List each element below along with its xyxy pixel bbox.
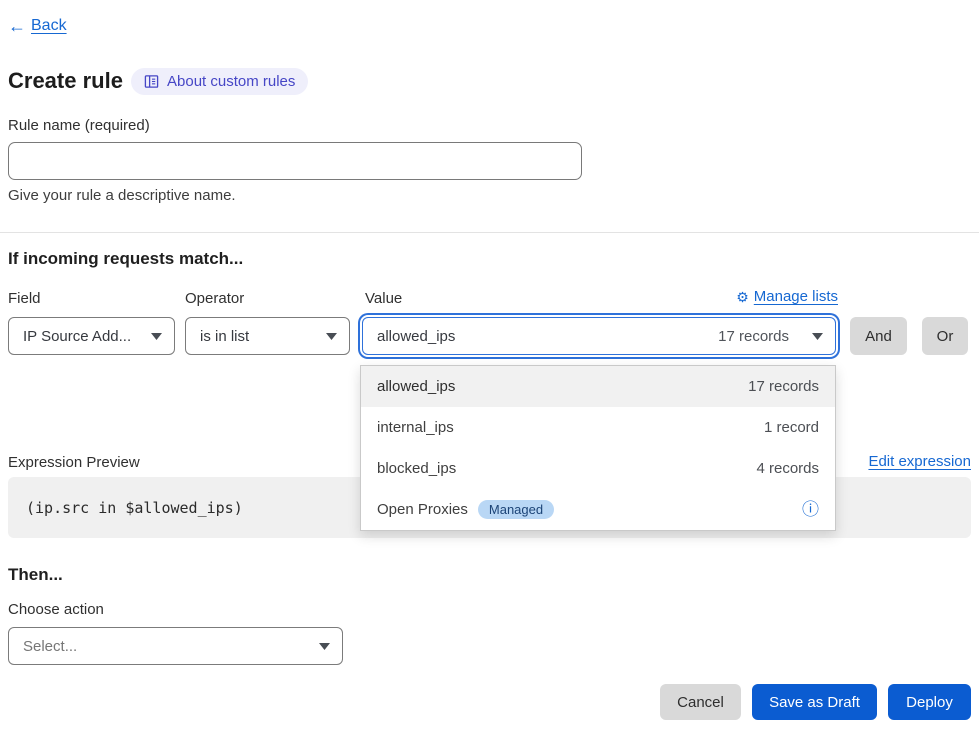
list-item-name: internal_ips bbox=[377, 419, 454, 436]
list-item-open-proxies[interactable]: Open Proxies Managed ⓘ bbox=[361, 489, 835, 530]
then-heading: Then... bbox=[8, 565, 63, 585]
operator-select-value: is in list bbox=[200, 328, 249, 345]
rule-name-label: Rule name (required) bbox=[8, 117, 150, 134]
deploy-button[interactable]: Deploy bbox=[888, 684, 971, 720]
action-select-placeholder: Select... bbox=[23, 638, 77, 655]
cancel-button[interactable]: Cancel bbox=[660, 684, 741, 720]
book-icon bbox=[144, 74, 159, 89]
value-select-name: allowed_ips bbox=[377, 328, 455, 345]
rule-name-input[interactable] bbox=[8, 142, 582, 180]
create-rule-page: ← Back Create rule About custom rules Rul… bbox=[0, 0, 979, 739]
field-select-value: IP Source Add... bbox=[23, 328, 131, 345]
list-item-blocked-ips[interactable]: blocked_ips 4 records bbox=[361, 448, 835, 489]
chevron-down-icon bbox=[326, 333, 337, 340]
field-select[interactable]: IP Source Add... bbox=[8, 317, 175, 355]
back-link-label: Back bbox=[31, 17, 67, 35]
manage-lists-link[interactable]: ⚙ Manage lists bbox=[736, 288, 838, 305]
list-item-name: allowed_ips bbox=[377, 378, 455, 395]
value-select-count: 17 records bbox=[718, 328, 803, 345]
about-badge-label: About custom rules bbox=[167, 73, 295, 90]
field-label: Field bbox=[8, 290, 41, 307]
list-item-count: 17 records bbox=[748, 378, 819, 395]
info-icon[interactable]: ⓘ bbox=[802, 501, 819, 518]
managed-badge: Managed bbox=[478, 500, 554, 519]
manage-lists-label: Manage lists bbox=[754, 288, 838, 305]
edit-expression-label: Edit expression bbox=[868, 453, 971, 470]
chevron-down-icon bbox=[319, 643, 330, 650]
list-item-count: 4 records bbox=[756, 460, 819, 477]
save-draft-button[interactable]: Save as Draft bbox=[752, 684, 877, 720]
and-button[interactable]: And bbox=[850, 317, 907, 355]
expression-preview-label: Expression Preview bbox=[8, 454, 140, 471]
lists-dropdown: allowed_ips 17 records internal_ips 1 re… bbox=[360, 365, 836, 531]
rule-name-helper: Give your rule a descriptive name. bbox=[8, 187, 236, 204]
chevron-down-icon bbox=[151, 333, 162, 340]
section-divider bbox=[0, 232, 979, 233]
back-link[interactable]: ← Back bbox=[8, 17, 67, 35]
operator-label: Operator bbox=[185, 290, 244, 307]
value-select[interactable]: allowed_ips 17 records bbox=[362, 317, 836, 355]
list-item-allowed-ips[interactable]: allowed_ips 17 records bbox=[361, 366, 835, 407]
value-label: Value bbox=[365, 290, 402, 307]
list-item-internal-ips[interactable]: internal_ips 1 record bbox=[361, 407, 835, 448]
list-item-count: 1 record bbox=[764, 419, 819, 436]
or-button[interactable]: Or bbox=[922, 317, 968, 355]
gear-icon: ⚙ bbox=[736, 290, 749, 304]
match-heading: If incoming requests match... bbox=[8, 249, 243, 269]
list-item-name: blocked_ips bbox=[377, 460, 456, 477]
about-custom-rules-badge[interactable]: About custom rules bbox=[131, 68, 308, 95]
list-item-name: Open Proxies bbox=[377, 501, 468, 518]
choose-action-label: Choose action bbox=[8, 601, 104, 618]
expression-code: (ip.src in $allowed_ips) bbox=[26, 499, 243, 517]
action-select[interactable]: Select... bbox=[8, 627, 343, 665]
back-arrow-icon: ← bbox=[8, 17, 26, 35]
chevron-down-icon bbox=[812, 333, 823, 340]
edit-expression-link[interactable]: Edit expression bbox=[868, 453, 971, 470]
page-title: Create rule bbox=[8, 68, 123, 94]
operator-select[interactable]: is in list bbox=[185, 317, 350, 355]
